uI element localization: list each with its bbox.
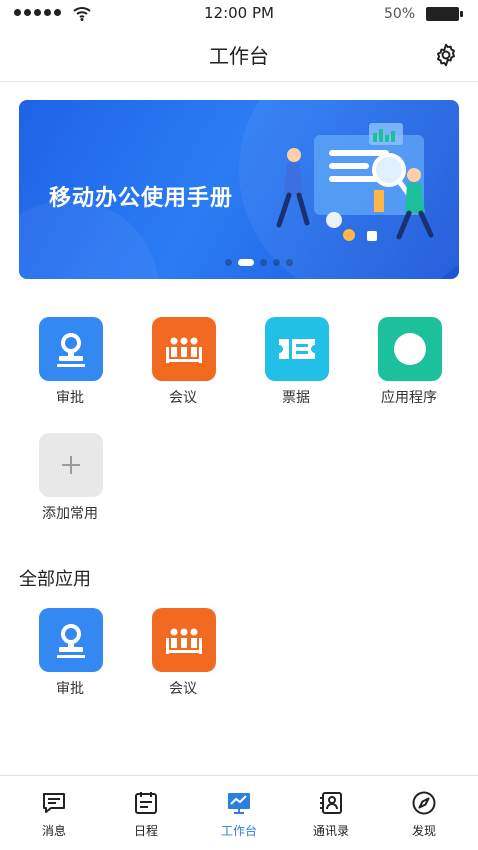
app-approval[interactable]: 审批 (24, 608, 116, 708)
ticket-icon (265, 317, 329, 381)
app-invoice[interactable]: 票据 (250, 317, 342, 417)
tab-label: 发现 (411, 824, 436, 838)
meeting-people-icon (152, 608, 216, 672)
message-icon (43, 793, 65, 813)
tab-label: 消息 (41, 824, 66, 838)
pagination-dot[interactable] (286, 259, 293, 266)
app-label: 票据 (282, 390, 310, 406)
app-label: 添加常用 (42, 506, 98, 522)
approval-stamp-icon (39, 317, 103, 381)
battery-icon (426, 7, 463, 21)
tab-schedule[interactable]: 日程 (101, 776, 191, 850)
office-illustration-icon (276, 123, 434, 241)
tab-contacts[interactable]: 通讯录 (286, 776, 376, 850)
compass-icon (412, 791, 436, 815)
meeting-people-icon (152, 317, 216, 381)
app-meeting[interactable]: 会议 (137, 317, 229, 417)
section-title: 全部应用 (19, 569, 91, 590)
pagination-dot[interactable] (273, 259, 280, 266)
app-label: 会议 (169, 390, 197, 406)
app-label: 应用程序 (381, 390, 437, 406)
tab-discover[interactable]: 发现 (379, 776, 469, 850)
status-bar: 12:00 PM 50% (0, 0, 478, 28)
add-common-app-button[interactable]: 添加常用 (24, 433, 116, 533)
workbench-monitor-icon (228, 793, 250, 814)
banner-headline: 移动办公使用手册 (49, 186, 234, 211)
tab-label: 通讯录 (312, 824, 349, 838)
page-title: 工作台 (209, 44, 269, 68)
nav-bar: 工作台 (0, 28, 478, 82)
pagination-dot[interactable] (260, 259, 267, 266)
banner-pagination (19, 259, 459, 266)
calendar-icon (135, 792, 157, 814)
battery-percentage: 50% (384, 6, 416, 22)
circle-app-icon (378, 317, 442, 381)
app-meeting[interactable]: 会议 (137, 608, 229, 708)
promo-banner[interactable]: 移动办公使用手册 (19, 100, 459, 279)
tab-workbench[interactable]: 工作台 (194, 776, 284, 850)
pagination-dot-active[interactable] (238, 259, 254, 266)
gear-icon[interactable] (433, 42, 459, 68)
tab-label: 工作台 (220, 824, 257, 838)
app-label: 审批 (56, 390, 84, 406)
app-approval[interactable]: 审批 (24, 317, 116, 417)
app-label: 会议 (169, 681, 197, 697)
plus-icon (39, 433, 103, 497)
app-label: 审批 (56, 681, 84, 697)
app-applications[interactable]: 应用程序 (363, 317, 455, 417)
bottom-tab-bar: 消息 日程 工作台 通讯录 发现 (0, 775, 478, 850)
approval-stamp-icon (39, 608, 103, 672)
tab-messages[interactable]: 消息 (9, 776, 99, 850)
contacts-book-icon (320, 792, 342, 814)
pagination-dot[interactable] (225, 259, 232, 266)
tab-label: 日程 (133, 824, 158, 838)
